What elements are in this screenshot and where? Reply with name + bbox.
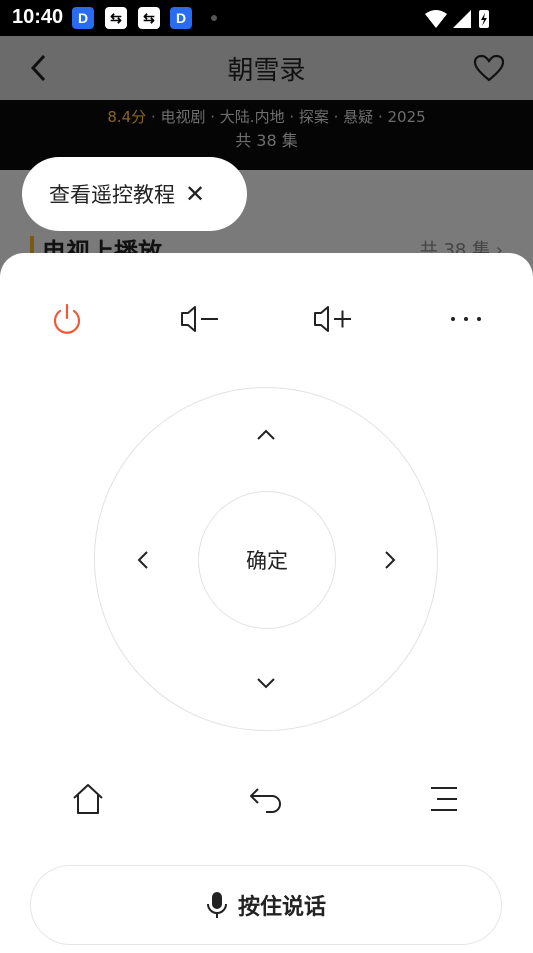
power-icon: [53, 303, 81, 334]
power-button[interactable]: [45, 297, 89, 341]
hold-to-talk-label: 按住说话: [237, 895, 326, 920]
d-app-icon: D: [72, 7, 94, 29]
sync-app-icon: ⇆: [138, 7, 160, 29]
chevron-down-icon: [257, 678, 275, 689]
home-icon: [73, 784, 103, 814]
d-app-icon: D: [170, 7, 192, 29]
volume-down-icon: [181, 306, 218, 332]
more-icon: [451, 317, 481, 321]
page-header: 朝雪录: [0, 36, 533, 100]
more-button[interactable]: [444, 297, 488, 341]
dpad-up-button[interactable]: [246, 415, 286, 455]
direction-pad: 确定: [94, 387, 438, 731]
ok-button[interactable]: 确定: [198, 491, 336, 629]
hold-to-talk-button[interactable]: 按住说话: [30, 865, 502, 945]
wifi-icon: [425, 10, 447, 28]
notification-dot-icon: [211, 15, 217, 21]
dpad-left-button[interactable]: [123, 540, 163, 580]
volume-up-button[interactable]: [311, 297, 355, 341]
chevron-right-icon: [385, 551, 396, 569]
dpad-right-button[interactable]: [370, 540, 410, 580]
show-episodes: 共 38 集: [235, 131, 298, 150]
status-bar: 10:40 D ⇆ ⇆ D: [0, 0, 533, 36]
status-time: 10:40: [12, 6, 64, 28]
remote-tutorial-tooltip[interactable]: 查看遥控教程 ✕: [22, 157, 247, 231]
home-button[interactable]: [66, 777, 110, 821]
show-tags: · 电视剧 · 大陆.内地 · 探案 · 悬疑 · 2025: [146, 108, 426, 126]
menu-icon: [431, 787, 457, 811]
show-score: 8.4分: [107, 108, 147, 126]
remote-control-sheet: 确定 按住说话: [0, 253, 533, 953]
dpad-down-button[interactable]: [246, 663, 286, 703]
menu-button[interactable]: [422, 777, 466, 821]
chevron-left-icon: [137, 551, 148, 569]
signal-icon: [453, 10, 471, 28]
sync-app-icon: ⇆: [105, 7, 127, 29]
favorite-heart-icon[interactable]: [473, 54, 505, 82]
back-button[interactable]: [244, 777, 288, 821]
chevron-up-icon: [257, 429, 275, 440]
back-icon: [250, 788, 281, 813]
system-status-icons: [425, 10, 489, 28]
volume-up-icon: [314, 306, 351, 332]
show-meta: 8.4分 · 电视剧 · 大陆.内地 · 探案 · 悬疑 · 2025: [0, 106, 533, 127]
tutorial-label[interactable]: 查看遥控教程: [49, 179, 175, 209]
volume-down-button[interactable]: [178, 297, 222, 341]
page-title: 朝雪录: [227, 56, 306, 86]
close-icon[interactable]: ✕: [185, 180, 205, 208]
microphone-icon: [206, 892, 227, 918]
